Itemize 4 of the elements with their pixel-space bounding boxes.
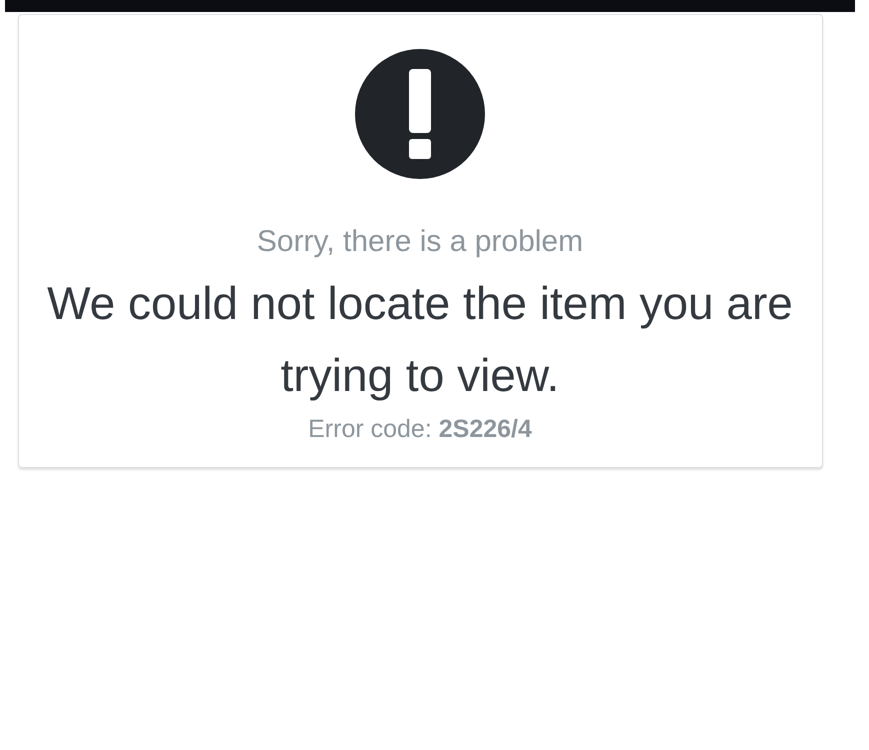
error-subtitle: Sorry, there is a problem: [256, 224, 584, 260]
exclamation-icon: [355, 49, 485, 179]
error-code: Error code: 2S226/4: [308, 414, 532, 445]
error-message: We could not locate the item you are trying to view.: [46, 276, 794, 403]
